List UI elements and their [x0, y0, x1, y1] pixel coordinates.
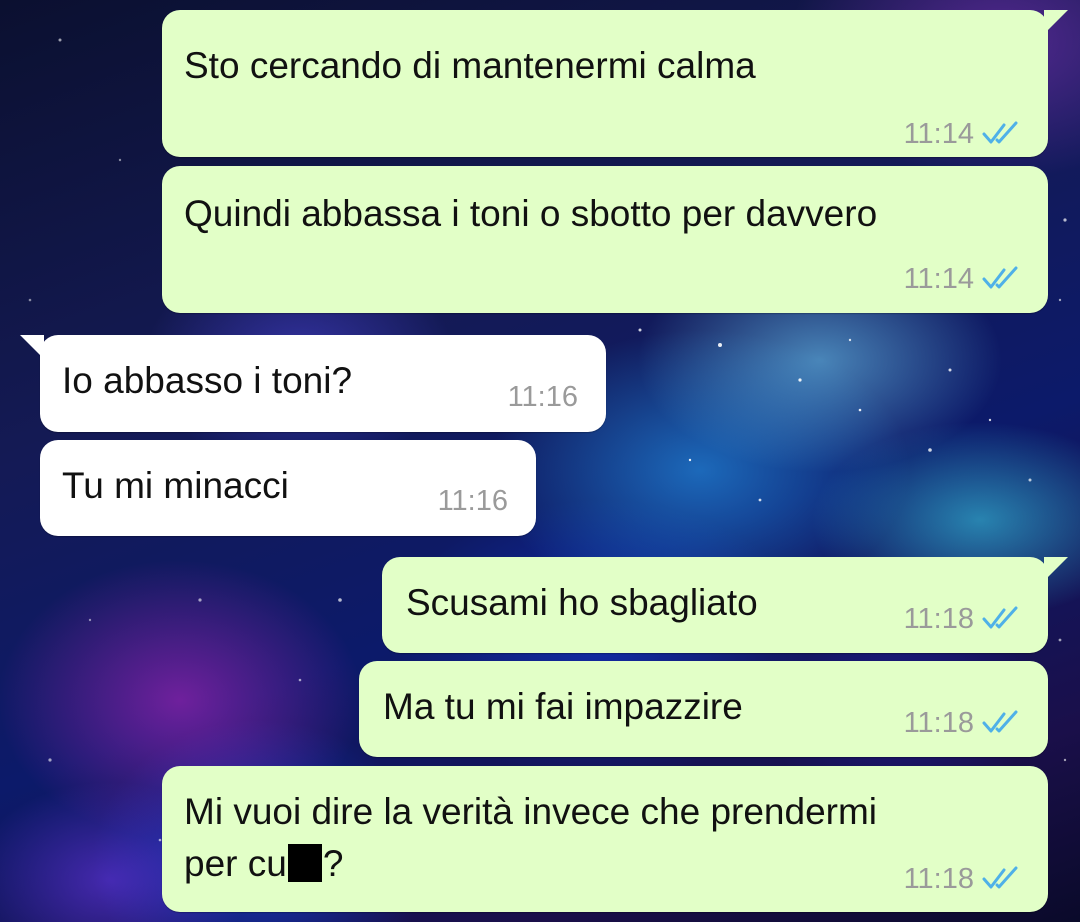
message-time: 11:16 — [507, 381, 578, 413]
message-bubble-outgoing[interactable]: Ma tu mi fai impazzire 11:18 — [359, 661, 1048, 757]
message-bubble-outgoing[interactable]: Scusami ho sbagliato 11:18 — [382, 557, 1068, 653]
message-text: Io abbasso i toni? — [62, 360, 353, 401]
message-text-line-1: Mi vuoi dire la verità invece che prende… — [184, 791, 878, 832]
message-bubble-incoming[interactable]: Io abbasso i toni? 11:16 — [20, 335, 606, 432]
bubble-tail — [1044, 10, 1068, 34]
message-time: 11:18 — [903, 863, 974, 895]
message-meta: 11:16 — [438, 483, 508, 519]
message-text-line-2: per cu? — [184, 840, 343, 888]
message-meta: 11:16 — [508, 379, 578, 415]
message-text: Scusami ho sbagliato — [406, 582, 758, 623]
message-time: 11:14 — [903, 263, 974, 295]
message-meta: 11:18 — [904, 601, 1022, 637]
message-time: 11:16 — [437, 485, 508, 517]
message-text: Sto cercando di mantenermi calma — [184, 45, 756, 86]
double-check-read-icon — [982, 121, 1018, 144]
message-bubble-outgoing[interactable]: Quindi abbassa i toni o sbotto per davve… — [162, 166, 1048, 313]
message-time: 11:18 — [903, 707, 974, 739]
double-check-read-icon — [982, 606, 1018, 629]
message-text: Quindi abbassa i toni o sbotto per davve… — [184, 193, 878, 234]
bubble-tail — [1044, 557, 1068, 581]
message-text: Tu mi minacci — [62, 465, 289, 506]
message-bubble-outgoing[interactable]: Sto cercando di mantenermi calma 11:14 — [162, 10, 1068, 157]
message-bubble-incoming[interactable]: Tu mi minacci 11:16 — [40, 440, 536, 536]
message-meta: 11:18 — [904, 705, 1022, 741]
message-meta: 11:14 — [904, 261, 1022, 297]
message-meta: 11:14 — [904, 116, 1022, 152]
bubble-tail — [20, 335, 44, 359]
message-text: Ma tu mi fai impazzire — [383, 686, 743, 727]
message-bubble-outgoing[interactable]: Mi vuoi dire la verità invece che prende… — [162, 766, 1048, 912]
double-check-read-icon — [982, 866, 1018, 889]
message-text-fragment: per cu — [184, 843, 287, 884]
double-check-read-icon — [982, 266, 1018, 289]
message-time: 11:18 — [903, 603, 974, 635]
double-check-read-icon — [982, 710, 1018, 733]
message-text-fragment: ? — [322, 843, 344, 884]
message-meta: 11:18 — [904, 861, 1022, 897]
message-time: 11:14 — [903, 118, 974, 150]
censor-block — [287, 844, 322, 882]
